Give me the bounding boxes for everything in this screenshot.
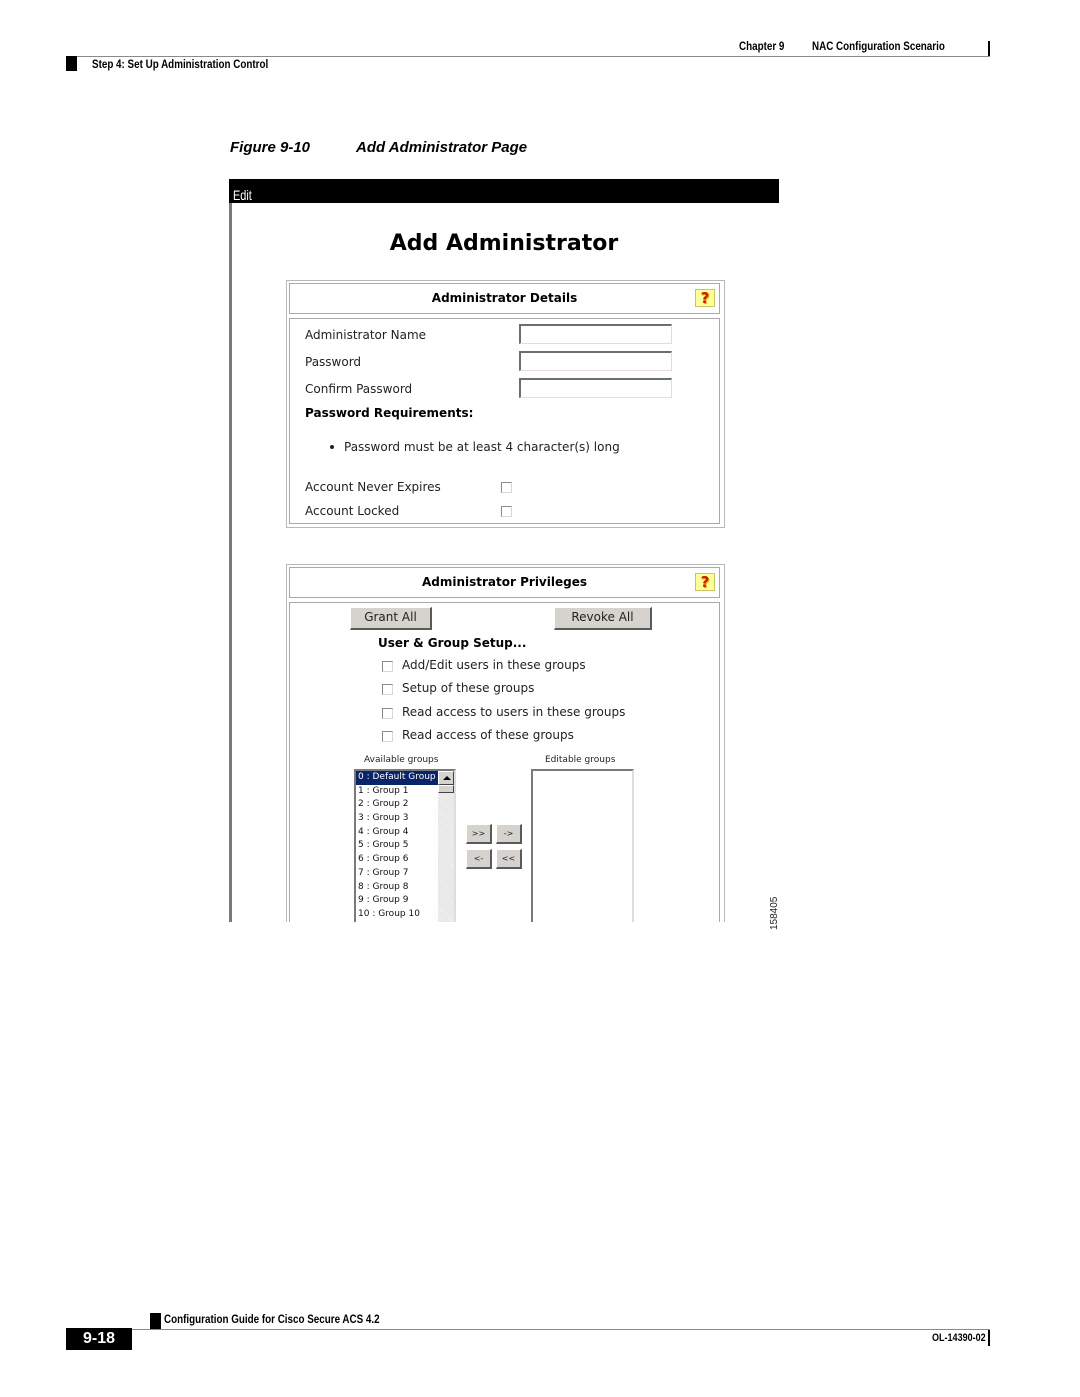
confirm-password-label: Confirm Password [305,382,413,396]
grant-all-button[interactable]: Grant All [350,607,432,630]
account-locked-checkbox[interactable] [501,506,512,517]
edit-bar-label: Edit [233,187,252,203]
footer-marker [150,1313,161,1329]
add-edit-users-checkbox[interactable] [382,661,393,672]
privileges-body: Grant All Revoke All User & Group Setup.… [289,602,720,922]
figure-number: Figure 9-10 [230,139,311,156]
read-groups-checkbox[interactable] [382,731,393,742]
help-icon[interactable]: ? [695,289,715,307]
remove-all-button[interactable]: << [496,849,522,869]
edit-bar: Edit [229,179,779,203]
editable-groups-label: Editable groups [545,755,616,765]
chapter-label: Chapter 9 [739,39,785,53]
available-groups-list[interactable]: 0 : Default Group 1 : Group 1 2 : Group … [354,769,456,922]
password-input[interactable] [519,351,672,371]
confirm-password-input[interactable] [519,378,672,398]
frame-left-border [229,203,232,922]
scrollbar[interactable] [438,771,454,922]
scroll-up-arrow-icon[interactable] [438,771,454,785]
details-header: Administrator Details ? [289,283,720,314]
user-group-setup-heading: User & Group Setup... [378,636,527,650]
admin-name-input[interactable] [519,324,672,344]
never-expires-checkbox[interactable] [501,482,512,493]
read-users-checkbox[interactable] [382,708,393,719]
details-panel: Administrator Details ? Administrator Na… [286,280,725,528]
privileges-header: Administrator Privileges ? [289,567,720,598]
add-edit-users-label: Add/Edit users in these groups [402,658,586,672]
editable-groups-list[interactable] [531,769,634,922]
available-groups-label: Available groups [364,755,439,765]
details-body: Administrator Name Password Confirm Pass… [289,318,720,524]
read-groups-label: Read access of these groups [402,728,574,742]
account-locked-label: Account Locked [305,504,400,518]
page-title: Add Administrator [389,231,619,256]
password-label: Password [305,355,362,369]
section-marker [66,56,77,71]
revoke-all-button[interactable]: Revoke All [554,607,652,630]
setup-groups-checkbox[interactable] [382,684,393,695]
read-users-label: Read access to users in these groups [402,705,626,719]
bullet-icon [330,445,334,449]
help-icon[interactable]: ? [695,573,715,591]
never-expires-label: Account Never Expires [305,480,441,494]
scroll-thumb[interactable] [438,785,454,793]
screenshot-frame: Edit Add Administrator Administrator Det… [229,179,779,922]
password-requirement: Password must be at least 4 character(s)… [344,440,620,454]
privileges-panel: Administrator Privileges ? Grant All Rev… [286,564,725,922]
details-heading: Administrator Details [431,291,578,305]
footer-rule [66,1329,990,1330]
setup-groups-label: Setup of these groups [402,681,535,695]
add-button[interactable]: -> [496,824,522,844]
chapter-title: NAC Configuration Scenario [812,39,945,53]
figure-id: 158405 [769,896,780,930]
section-title: Step 4: Set Up Administration Control [92,57,269,71]
figure-title: Add Administrator Page [356,139,528,156]
doc-number: OL-14390-02 [932,1332,986,1344]
admin-name-label: Administrator Name [305,328,427,342]
remove-button[interactable]: <- [466,849,492,869]
add-all-button[interactable]: >> [466,824,492,844]
privileges-heading: Administrator Privileges [421,575,587,589]
guide-title: Configuration Guide for Cisco Secure ACS… [164,1312,380,1326]
header-bar-marker [988,41,990,57]
page-number: 9-18 [66,1328,132,1350]
password-requirements-heading: Password Requirements: [305,406,474,420]
footer-bar-marker [988,1330,990,1346]
